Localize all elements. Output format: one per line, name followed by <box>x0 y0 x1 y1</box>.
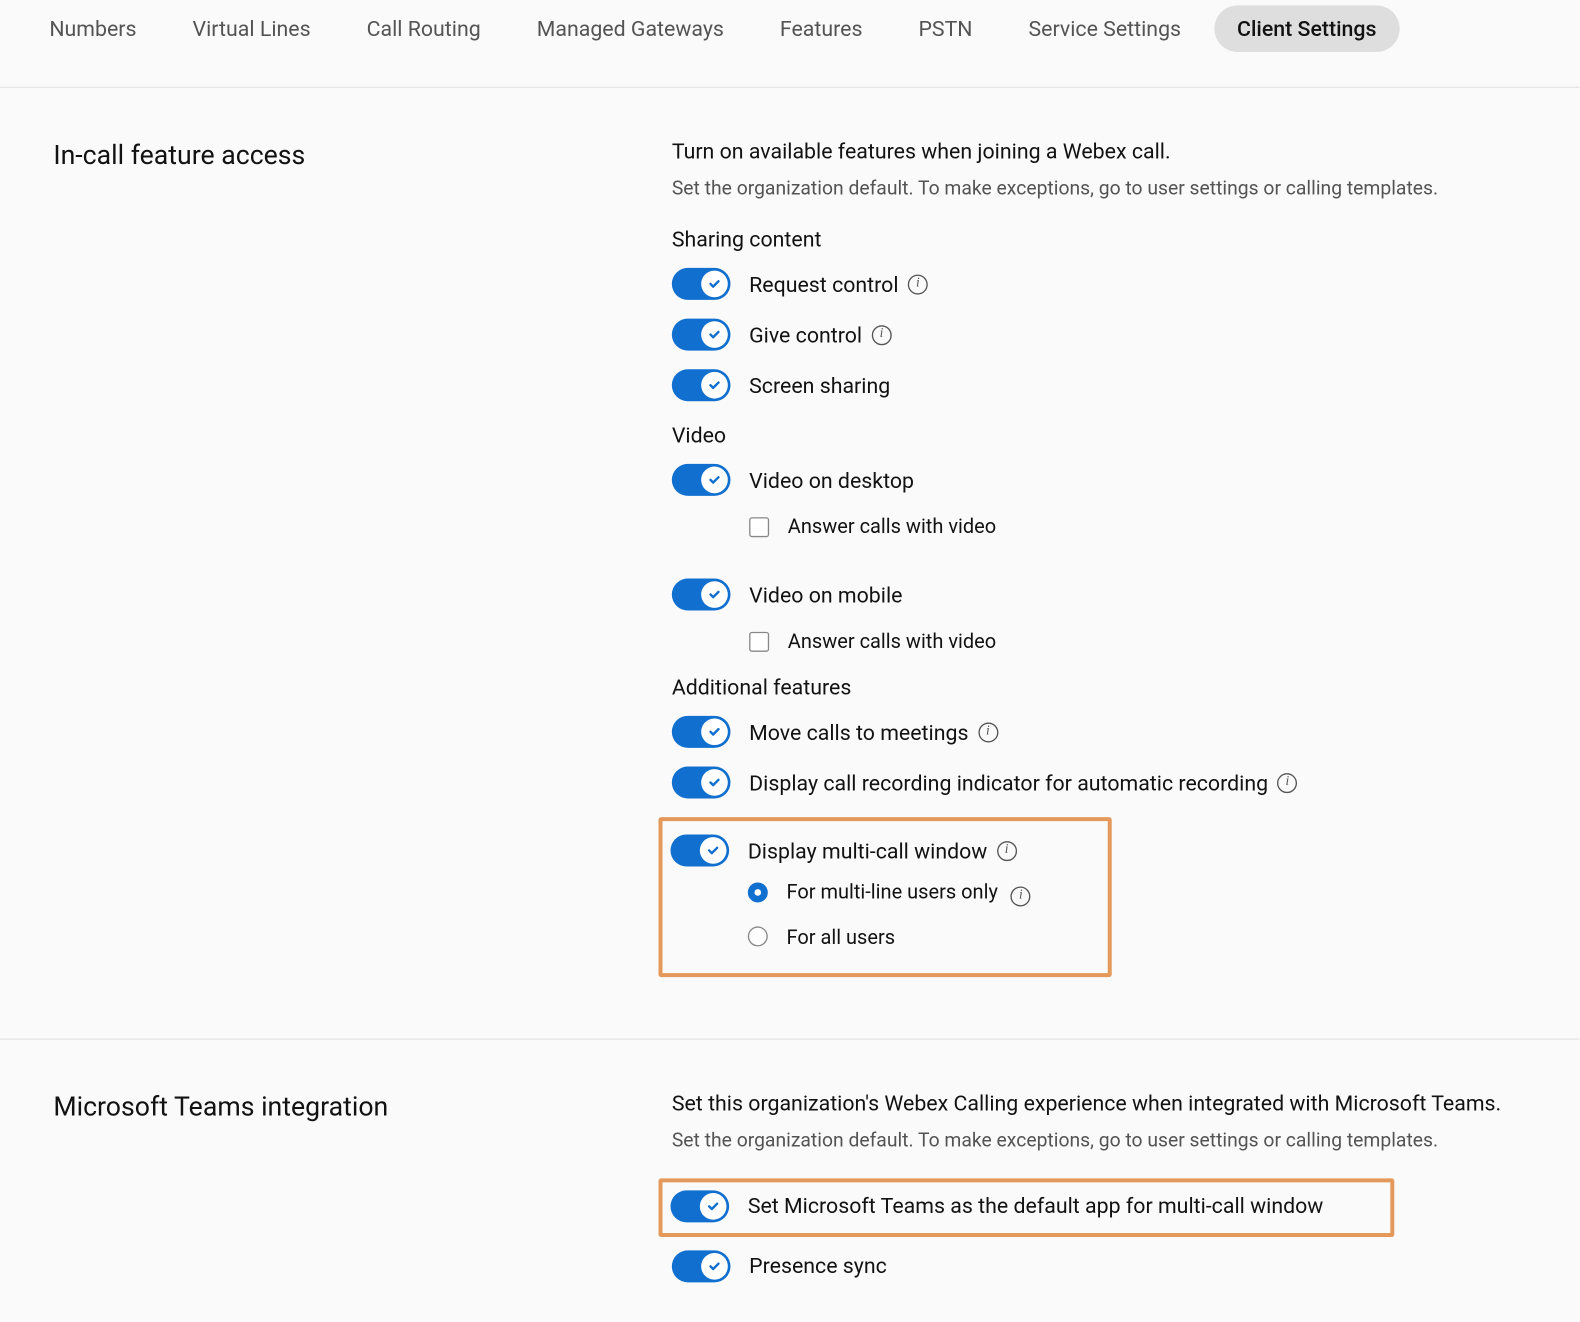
checkbox-answer-video-mobile[interactable] <box>749 631 769 651</box>
toggle-teams-default[interactable] <box>670 1190 729 1222</box>
tab-features[interactable]: Features <box>757 5 885 52</box>
label-move-calls: Move calls to meetings i <box>749 719 998 744</box>
label-radio-multiline: For multi-line users only i <box>786 880 1030 906</box>
section-lead-text: Set this organization's Webex Calling ex… <box>672 1090 1553 1115</box>
section-teams-integration: Microsoft Teams integration Set this org… <box>0 1039 1580 1314</box>
info-icon[interactable]: i <box>908 274 928 294</box>
label-multicall-window: Display multi-call window i <box>748 838 1017 863</box>
highlight-multicall: Display multi-call window i For multi-li… <box>659 817 1112 976</box>
tab-bar: Numbers Virtual Lines Call Routing Manag… <box>0 0 1580 88</box>
radio-multiline-only[interactable] <box>748 883 768 903</box>
info-icon[interactable]: i <box>1011 886 1031 906</box>
section-title: In-call feature access <box>53 139 672 171</box>
label-answer-video-mobile: Answer calls with video <box>788 629 996 653</box>
toggle-presence-sync[interactable] <box>672 1250 731 1282</box>
highlight-teams-default: Set Microsoft Teams as the default app f… <box>659 1178 1395 1237</box>
toggle-recording-indicator[interactable] <box>672 766 731 798</box>
toggle-move-calls[interactable] <box>672 716 731 748</box>
label-answer-video-desktop: Answer calls with video <box>788 515 996 539</box>
toggle-video-mobile[interactable] <box>672 579 731 611</box>
tab-numbers[interactable]: Numbers <box>27 5 160 52</box>
section-sub-text: Set the organization default. To make ex… <box>672 1128 1553 1151</box>
toggle-multicall-window[interactable] <box>670 834 729 866</box>
label-video-mobile: Video on mobile <box>749 582 902 607</box>
tab-service-settings[interactable]: Service Settings <box>1006 5 1204 52</box>
label-video-desktop: Video on desktop <box>749 467 914 492</box>
group-label-video: Video <box>672 423 1553 448</box>
group-label-sharing: Sharing content <box>672 227 1553 252</box>
group-label-additional: Additional features <box>672 674 1553 699</box>
label-screen-sharing: Screen sharing <box>749 373 890 398</box>
toggle-screen-sharing[interactable] <box>672 369 731 401</box>
toggle-video-desktop[interactable] <box>672 464 731 496</box>
tab-call-routing[interactable]: Call Routing <box>344 5 503 52</box>
section-lead-text: Turn on available features when joining … <box>672 139 1553 164</box>
label-presence-sync: Presence sync <box>749 1253 887 1278</box>
info-icon[interactable]: i <box>1277 772 1297 792</box>
label-recording-indicator: Display call recording indicator for aut… <box>749 770 1297 795</box>
radio-all-users[interactable] <box>748 926 768 946</box>
info-icon[interactable]: i <box>871 325 891 345</box>
toggle-give-control[interactable] <box>672 319 731 351</box>
label-teams-default: Set Microsoft Teams as the default app f… <box>748 1193 1324 1218</box>
section-sub-text: Set the organization default. To make ex… <box>672 177 1553 200</box>
section-in-call-features: In-call feature access Turn on available… <box>0 88 1580 1039</box>
toggle-request-control[interactable] <box>672 268 731 300</box>
checkbox-answer-video-desktop[interactable] <box>749 517 769 537</box>
label-radio-all: For all users <box>786 924 895 948</box>
tab-pstn[interactable]: PSTN <box>896 5 995 52</box>
info-icon[interactable]: i <box>997 840 1017 860</box>
label-request-control: Request control i <box>749 271 928 296</box>
tab-client-settings[interactable]: Client Settings <box>1214 5 1399 52</box>
section-title: Microsoft Teams integration <box>53 1090 672 1122</box>
tab-managed-gateways[interactable]: Managed Gateways <box>514 5 747 52</box>
tab-virtual-lines[interactable]: Virtual Lines <box>170 5 333 52</box>
info-icon[interactable]: i <box>978 722 998 742</box>
label-give-control: Give control i <box>749 322 891 347</box>
